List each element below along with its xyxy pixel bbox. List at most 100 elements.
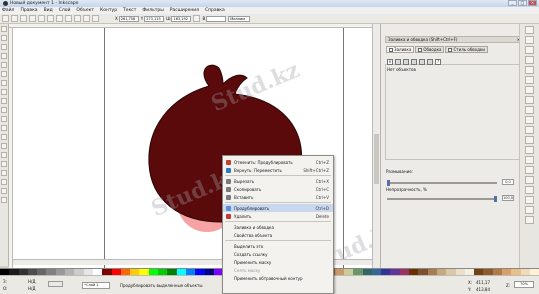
redo-icon[interactable] xyxy=(525,96,534,104)
rectangle-tool-icon[interactable] xyxy=(1,71,7,77)
lower-to-bottom-icon[interactable] xyxy=(92,15,99,22)
select-all-icon[interactable] xyxy=(2,15,9,22)
tweak-tool-icon[interactable] xyxy=(1,44,7,50)
menu-filters[interactable]: Фильтры xyxy=(142,8,163,13)
zoom-tool-icon[interactable] xyxy=(1,53,7,59)
linear-gradient-icon[interactable] xyxy=(403,59,409,65)
eraser-tool-icon[interactable] xyxy=(1,161,7,167)
context-menu-item[interactable]: Свойства объекта xyxy=(223,231,333,239)
vertical-scrollbar[interactable] xyxy=(372,24,380,268)
paste-icon[interactable] xyxy=(525,126,534,134)
print-icon[interactable] xyxy=(525,56,534,64)
minimize-button[interactable]: _ xyxy=(508,0,517,6)
blur-spinbox[interactable]: 0,0 xyxy=(502,179,514,185)
cut-icon[interactable] xyxy=(525,116,534,124)
menu-object[interactable]: Объект xyxy=(76,8,94,13)
duplicate-icon[interactable] xyxy=(525,166,534,174)
spiral-tool-icon[interactable] xyxy=(1,107,7,113)
context-menu-item[interactable]: Вернуть: Переместить Shift+Ctrl+Z xyxy=(223,166,333,174)
clone-icon[interactable] xyxy=(525,176,534,184)
context-menu-item[interactable]: Отменить: Продублировать Ctrl+Z xyxy=(223,158,333,166)
flip-vertical-icon[interactable] xyxy=(56,15,63,22)
context-menu-item[interactable]: Вставить Ctrl+V xyxy=(223,193,333,201)
tab-stroke[interactable]: Обводка xyxy=(415,46,445,53)
h-input[interactable] xyxy=(206,15,227,22)
opacity-slider[interactable] xyxy=(387,196,497,202)
layer-selector[interactable]: •Слой 1 xyxy=(82,282,110,289)
tab-fill[interactable]: Заливка xyxy=(386,46,415,53)
context-menu-item[interactable]: Применить маску xyxy=(223,258,333,266)
y-input[interactable] xyxy=(144,15,165,22)
import-icon[interactable] xyxy=(525,66,534,74)
context-menu-item[interactable]: Создать ссылку xyxy=(223,250,333,258)
context-menu-item[interactable]: Удалить Delete xyxy=(223,212,333,220)
copy-icon[interactable] xyxy=(525,106,534,114)
select-all-layers-icon[interactable] xyxy=(11,15,18,22)
menu-text[interactable]: Текст xyxy=(123,8,136,13)
menu-view[interactable]: Вид xyxy=(44,8,53,13)
pencil-tool-icon[interactable] xyxy=(1,116,7,122)
menu-path[interactable]: Контур xyxy=(100,8,117,13)
x-input[interactable] xyxy=(118,15,139,22)
unset-paint-icon[interactable]: ? xyxy=(435,59,441,65)
context-menu-item[interactable]: Применить обтравочный контур xyxy=(223,274,333,282)
context-menu-item[interactable]: Снять маску xyxy=(223,266,333,274)
star-tool-icon[interactable] xyxy=(1,98,7,104)
units-select[interactable] xyxy=(228,15,251,22)
fill-stroke-icon[interactable] xyxy=(525,206,534,214)
close-button[interactable]: × xyxy=(528,0,537,6)
group-icon[interactable] xyxy=(525,186,534,194)
node-tool-icon[interactable] xyxy=(1,35,7,41)
dropper-tool-icon[interactable] xyxy=(1,188,7,194)
connector-tool-icon[interactable] xyxy=(1,197,7,203)
measure-tool-icon[interactable] xyxy=(1,62,7,68)
raise-to-top-icon[interactable] xyxy=(65,15,72,22)
menu-layer[interactable]: Слой xyxy=(59,8,71,13)
tab-stroke-style[interactable]: Стиль обводки xyxy=(445,46,488,53)
zoom-selection-icon[interactable] xyxy=(525,136,534,144)
maximize-button[interactable]: □ xyxy=(518,0,527,6)
bucket-tool-icon[interactable] xyxy=(1,170,7,176)
radial-gradient-icon[interactable] xyxy=(411,59,417,65)
menu-extensions[interactable]: Расширения xyxy=(170,8,199,13)
opacity-spinbox[interactable]: 100,0 xyxy=(502,195,514,201)
opacity-indicator[interactable] xyxy=(48,281,63,287)
context-menu-item[interactable]: Выделить это xyxy=(223,242,333,250)
rotate-cw-icon[interactable] xyxy=(38,15,45,22)
context-menu-item[interactable]: Продублировать Ctrl+D xyxy=(223,204,333,212)
no-paint-icon[interactable]: × xyxy=(387,59,393,65)
swatch-icon[interactable] xyxy=(427,59,433,65)
ungroup-icon[interactable] xyxy=(525,196,534,204)
opacity-slider-knob[interactable] xyxy=(494,196,497,202)
raise-icon[interactable] xyxy=(74,15,81,22)
blur-slider[interactable] xyxy=(387,180,497,186)
menu-edit[interactable]: Правка xyxy=(20,8,37,13)
undo-icon[interactable] xyxy=(525,86,534,94)
w-input[interactable] xyxy=(171,15,192,22)
lock-icon[interactable] xyxy=(193,15,201,22)
menu-file[interactable]: Файл xyxy=(2,8,14,13)
new-document-icon[interactable] xyxy=(525,26,534,34)
save-icon[interactable] xyxy=(525,46,534,54)
zoom-field[interactable]: 70% xyxy=(514,281,534,288)
zoom-page-icon[interactable] xyxy=(525,156,534,164)
flip-horizontal-icon[interactable] xyxy=(47,15,54,22)
export-icon[interactable] xyxy=(525,76,534,84)
ellipse-tool-icon[interactable] xyxy=(1,89,7,95)
menu-help[interactable]: Справка xyxy=(205,8,225,13)
box-3d-tool-icon[interactable] xyxy=(1,80,7,86)
rotate-ccw-icon[interactable] xyxy=(29,15,36,22)
text-tool-icon[interactable] xyxy=(1,143,7,149)
pattern-icon[interactable] xyxy=(419,59,425,65)
deselect-icon[interactable] xyxy=(20,15,27,22)
open-icon[interactable] xyxy=(525,36,534,44)
gradient-tool-icon[interactable] xyxy=(1,179,7,185)
flat-color-icon[interactable] xyxy=(395,59,401,65)
calligraphy-tool-icon[interactable] xyxy=(1,134,7,140)
pen-tool-icon[interactable] xyxy=(1,125,7,131)
context-menu-item[interactable]: Скопировать Ctrl+C xyxy=(223,185,333,193)
context-menu-item[interactable]: Заливка и обводка xyxy=(223,223,333,231)
lower-icon[interactable] xyxy=(83,15,90,22)
blur-slider-knob[interactable] xyxy=(387,180,390,186)
vertical-scroll-thumb[interactable] xyxy=(374,134,379,184)
